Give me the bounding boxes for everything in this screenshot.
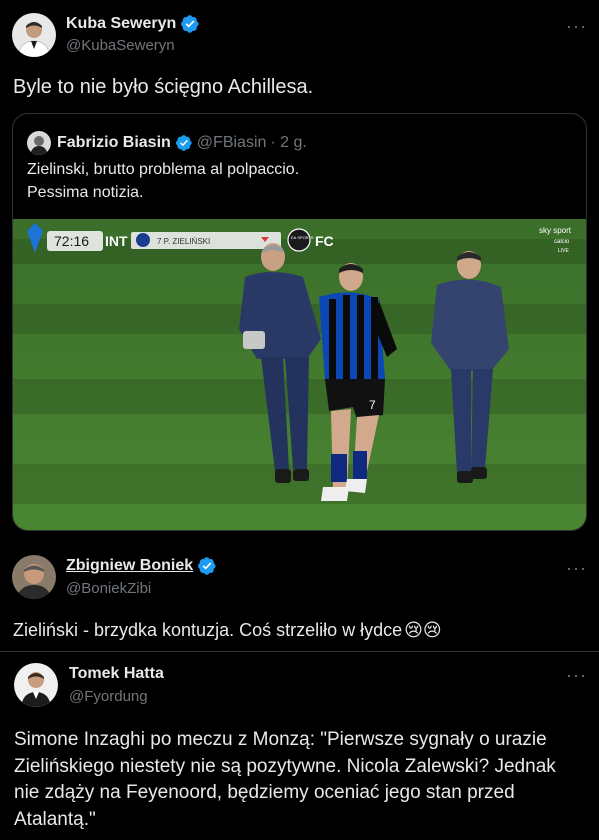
- tweet-text: Simone Inzaghi po meczu z Monzą: "Pierws…: [14, 729, 556, 830]
- tweet-kuba-seweryn: Kuba Seweryn @KubaSeweryn ··· Byle to ni…: [0, 0, 599, 540]
- tweet-zbigniew-boniek: Zbigniew Boniek @BoniekZibi ··· Zielińsk…: [0, 540, 599, 650]
- author-handle[interactable]: @Fyordung: [69, 688, 148, 705]
- quoted-tweet[interactable]: Fabrizio Biasin @FBiasin · 2 g. Zielinsk…: [12, 113, 587, 531]
- crying-face-emoji-icon: 😢😢: [404, 620, 442, 640]
- tweet-text: Byle to nie było ścięgno Achillesa.: [13, 76, 314, 98]
- more-options-icon[interactable]: ···: [566, 17, 587, 35]
- jersey-number: 7: [369, 398, 376, 412]
- avatar[interactable]: [14, 663, 58, 707]
- player-label: 7 P. ZIELIŃSKI: [157, 237, 210, 246]
- quote-text: Zielinski, brutto problema al polpaccio.…: [27, 158, 567, 204]
- quote-text-line-1: Zielinski, brutto problema al polpaccio.: [27, 161, 300, 178]
- author-name[interactable]: Kuba Seweryn: [66, 15, 176, 33]
- svg-text:sky sport: sky sport: [539, 226, 572, 235]
- svg-text:LIVE: LIVE: [558, 248, 570, 254]
- quote-author-name: Fabrizio Biasin: [57, 134, 171, 151]
- tweet-text: Zieliński - brzydka kontuzja. Coś strzel…: [13, 620, 403, 640]
- verified-badge-icon: [198, 557, 216, 575]
- quote-text-line-2: Pessima notizia.: [27, 184, 144, 201]
- tweet-text-row: Zieliński - brzydka kontuzja. Coś strzel…: [13, 620, 442, 641]
- verified-badge-icon: [175, 135, 192, 151]
- author-name[interactable]: Zbigniew Boniek: [66, 557, 193, 575]
- quote-author-handle: @FBiasin: [196, 134, 267, 151]
- avatar[interactable]: [12, 555, 56, 599]
- author-handle[interactable]: @BoniekZibi: [66, 580, 151, 597]
- author-name[interactable]: Tomek Hatta: [69, 665, 164, 683]
- match-clock: 72:16: [54, 233, 89, 249]
- more-options-icon[interactable]: ···: [566, 559, 587, 577]
- team-code: INT: [105, 233, 128, 249]
- ea-sports-badge: EA SPORTS: [291, 235, 314, 240]
- quote-timestamp: · 2 g.: [270, 134, 307, 151]
- verified-badge-icon: [181, 15, 199, 33]
- avatar[interactable]: [12, 13, 56, 57]
- quote-media-image[interactable]: 72:16 INT 7 P. ZIELIŃSKI EA SPORTS FC sk…: [13, 219, 586, 530]
- svg-text:calcio: calcio: [554, 239, 570, 245]
- author-handle[interactable]: @KubaSeweryn: [66, 37, 175, 54]
- tweet-tomek-hatta: Tomek Hatta @Fyordung ··· Simone Inzaghi…: [0, 652, 599, 840]
- fc-badge: FC: [315, 233, 334, 249]
- more-options-icon[interactable]: ···: [566, 666, 587, 684]
- quote-avatar: [27, 131, 51, 155]
